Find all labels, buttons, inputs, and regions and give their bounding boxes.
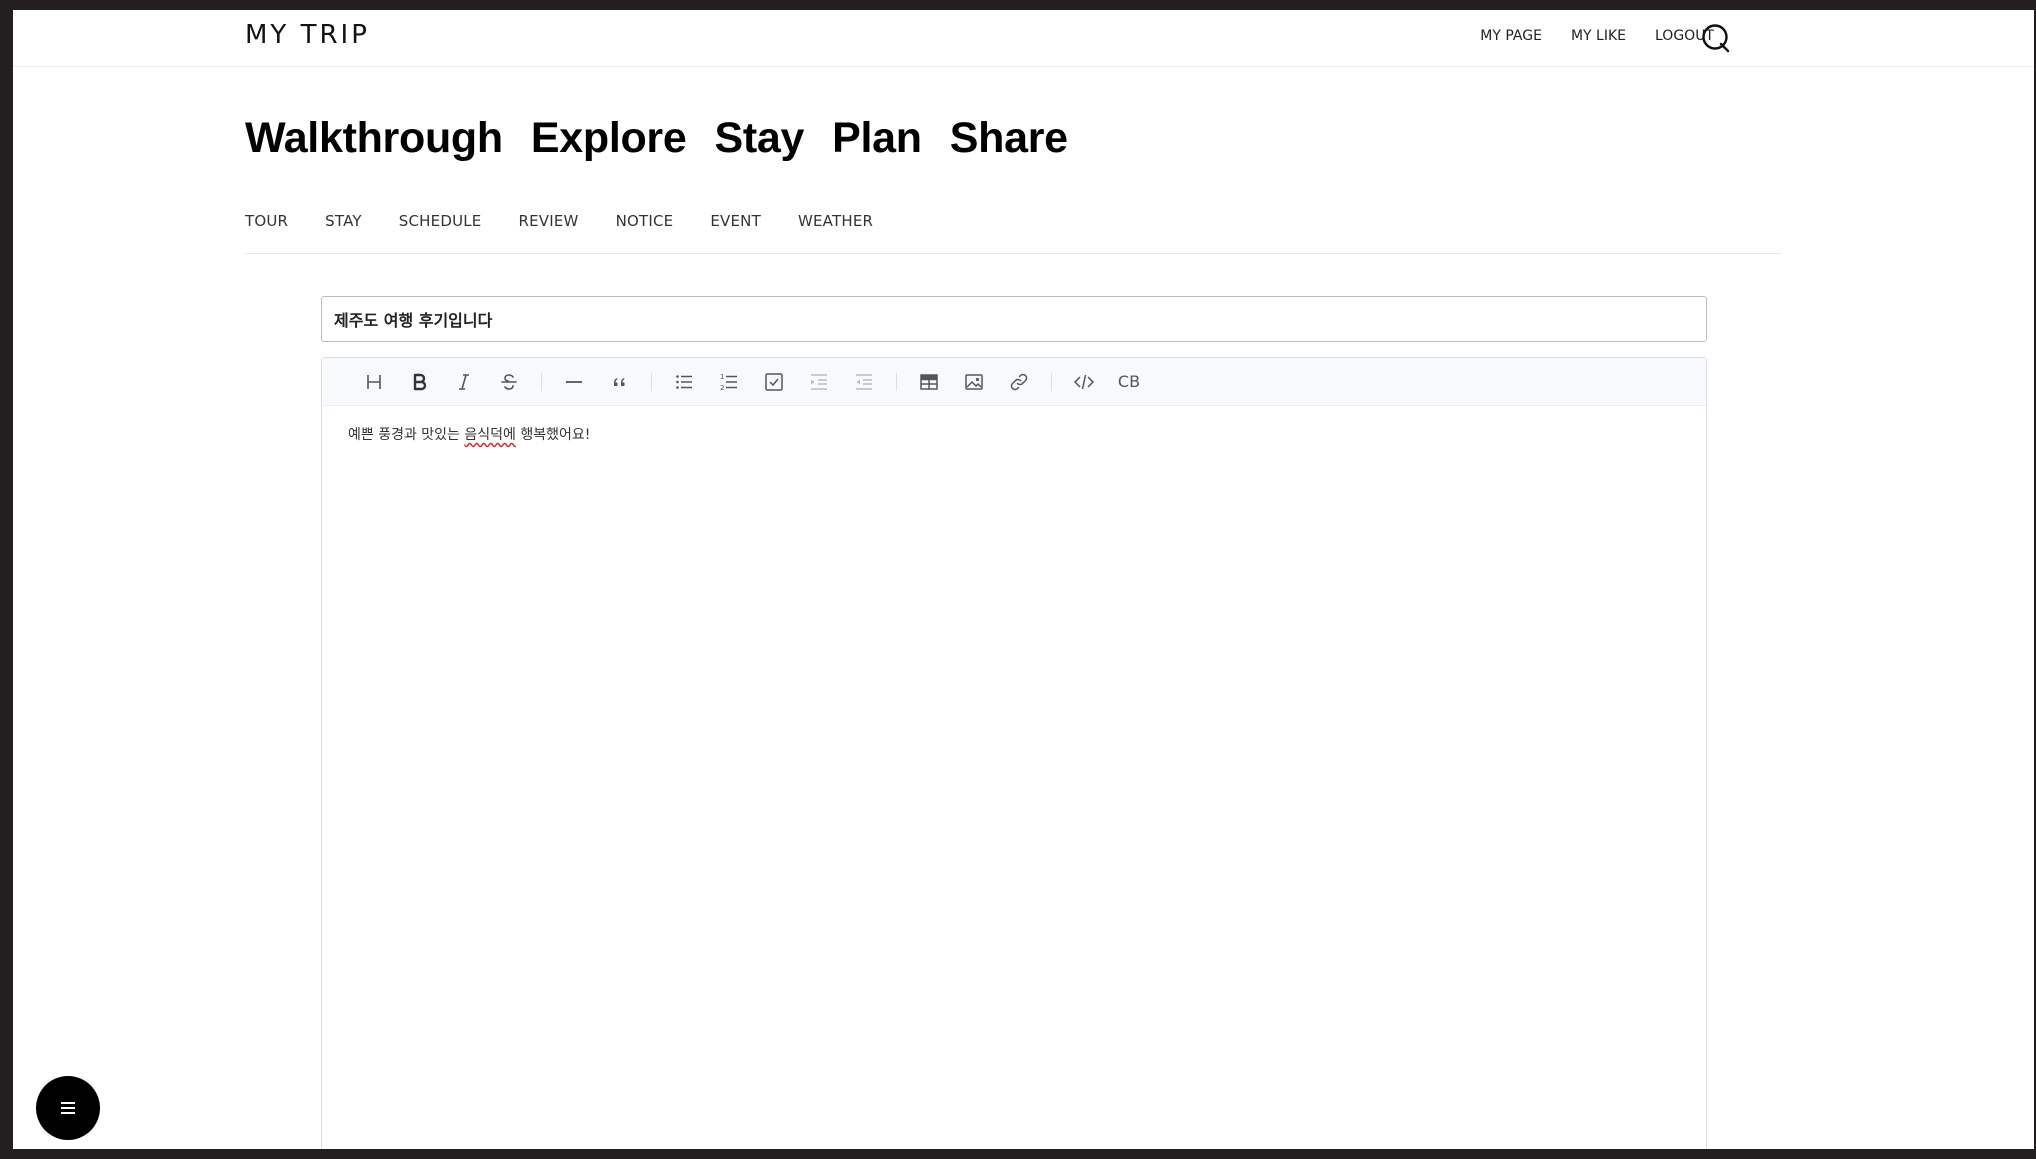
floating-menu-button[interactable] <box>36 1076 100 1140</box>
submenu-schedule[interactable]: SCHEDULE <box>399 210 482 253</box>
sub-menu: TOUR STAY SCHEDULE REVIEW NOTICE EVENT W… <box>245 210 1781 254</box>
svg-text:2: 2 <box>720 384 724 392</box>
editor-toolbar: 12 CB <box>322 358 1706 406</box>
search-icon[interactable] <box>1700 22 1732 54</box>
code-block-label: CB <box>1117 372 1141 391</box>
submenu-tour[interactable]: TOUR <box>245 210 288 253</box>
hero-share[interactable]: Share <box>950 114 1068 163</box>
submenu-weather[interactable]: WEATHER <box>798 210 873 253</box>
top-bar: MY TRIP MY PAGE MY LIKE LOGOUT <box>13 10 2034 67</box>
submenu-notice[interactable]: NOTICE <box>616 210 674 253</box>
strikethrough-icon[interactable] <box>493 366 525 398</box>
hero-plan[interactable]: Plan <box>832 114 922 163</box>
editor-content[interactable]: 예쁜 풍경과 맛있는 음식덕에 행복했어요! <box>322 406 1706 462</box>
site-logo[interactable]: MY TRIP <box>245 20 370 50</box>
numbered-list-icon[interactable]: 12 <box>713 366 745 398</box>
table-icon[interactable] <box>913 366 945 398</box>
spellcheck-word: 음식덕에 <box>464 427 516 443</box>
code-block-button[interactable]: CB <box>1113 366 1145 398</box>
submenu-stay[interactable]: STAY <box>325 210 362 253</box>
content-text: 예쁜 풍경과 맛있는 <box>348 427 465 443</box>
toolbar-divider <box>651 372 652 391</box>
toolbar-divider <box>1051 372 1052 391</box>
horizontal-rule-icon[interactable] <box>558 366 590 398</box>
page: MY TRIP MY PAGE MY LIKE LOGOUT Walkthrou… <box>13 10 2034 1149</box>
italic-icon[interactable] <box>448 366 480 398</box>
my-like-link[interactable]: MY LIKE <box>1571 26 1626 46</box>
outdent-icon[interactable] <box>848 366 880 398</box>
toolbar-divider <box>541 372 542 391</box>
rich-text-editor: 12 CB 예쁜 풍경과 맛있는 음식덕에 행복했어요! <box>321 357 1707 1149</box>
submenu-review[interactable]: REVIEW <box>518 210 578 253</box>
hero-stay[interactable]: Stay <box>714 114 804 163</box>
image-icon[interactable] <box>958 366 990 398</box>
quote-icon[interactable] <box>603 366 635 398</box>
hero-walkthrough[interactable]: Walkthrough <box>245 114 503 163</box>
bullet-list-icon[interactable] <box>668 366 700 398</box>
bold-icon[interactable] <box>403 366 435 398</box>
indent-icon[interactable] <box>803 366 835 398</box>
heading-icon[interactable] <box>358 366 390 398</box>
category-title: Walkthrough Explore Stay Plan Share <box>245 114 1096 163</box>
code-icon[interactable] <box>1068 366 1100 398</box>
toolbar-divider <box>896 372 897 391</box>
link-icon[interactable] <box>1003 366 1035 398</box>
top-nav: MY PAGE MY LIKE LOGOUT <box>1451 26 1714 46</box>
content-text: 행복했어요! <box>515 427 591 443</box>
svg-text:1: 1 <box>720 373 724 381</box>
menu-icon <box>61 1102 75 1114</box>
submenu-event[interactable]: EVENT <box>710 210 761 253</box>
hero-explore[interactable]: Explore <box>531 114 687 163</box>
task-list-icon[interactable] <box>758 366 790 398</box>
my-page-link[interactable]: MY PAGE <box>1480 26 1542 46</box>
post-title-input[interactable] <box>321 296 1707 342</box>
